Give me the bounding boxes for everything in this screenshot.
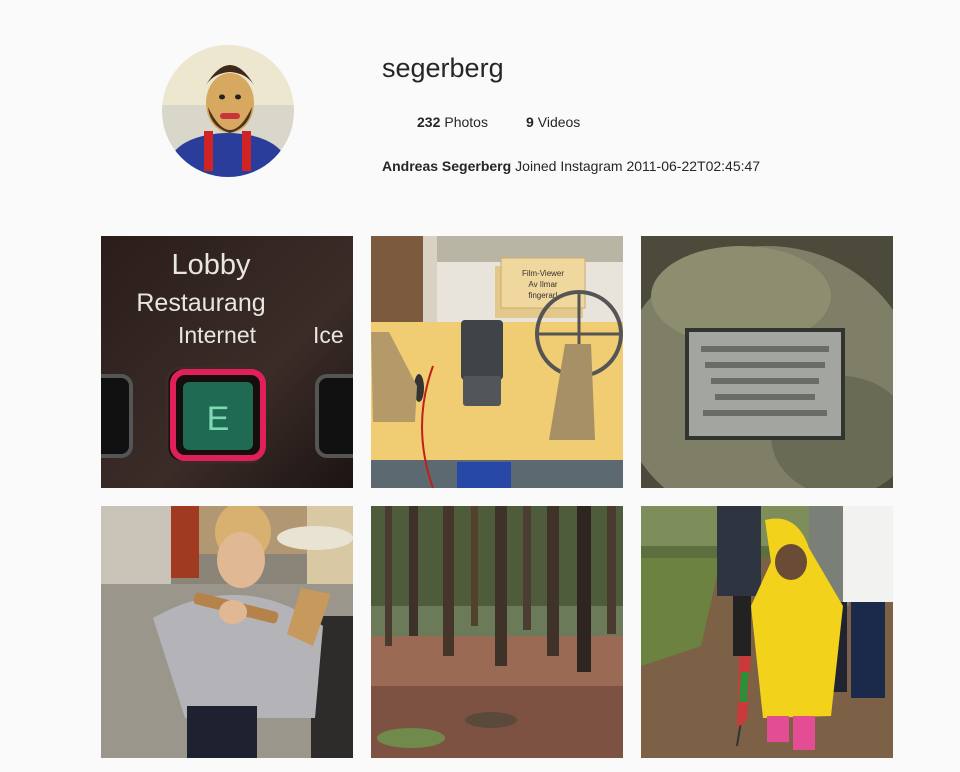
- sign-line-2: Restaurang: [136, 289, 265, 317]
- photo-tile-elevator[interactable]: Lobby Restaurang Internet Ice E: [101, 236, 353, 488]
- sign-line-partial: Ice: [313, 322, 344, 348]
- film-viewer-image: Film-Viewer Av Ilmar fingerar!: [371, 236, 623, 488]
- photo-tile-boy[interactable]: [101, 506, 353, 758]
- profile-username: segerberg: [382, 53, 504, 83]
- photo-grid: Lobby Restaurang Internet Ice E Film-Vie…: [101, 236, 893, 758]
- sign-line-3: Internet: [178, 322, 257, 348]
- profile-page: segerberg 232 Photos 9 Videos Andreas Sege…: [0, 0, 960, 772]
- button-letter: E: [207, 400, 230, 438]
- knitted-figure-icon: [162, 45, 294, 177]
- stone-plaque-image: [641, 236, 893, 488]
- joined-text: Joined Instagram 2011-06-22T02:45:47: [515, 158, 761, 174]
- photo-tile-film-viewer[interactable]: Film-Viewer Av Ilmar fingerar!: [371, 236, 623, 488]
- profile-avatar[interactable]: [162, 45, 294, 177]
- profile-full-name: Andreas Segerberg: [382, 158, 512, 174]
- photos-stat[interactable]: 232 Photos: [417, 114, 488, 130]
- photos-count: 232: [417, 114, 441, 130]
- profile-stats: 232 Photos 9 Videos: [417, 114, 580, 130]
- photo-tile-stone-plaque[interactable]: [641, 236, 893, 488]
- raincoat-child-image: [641, 506, 893, 758]
- photo-tile-raincoat[interactable]: [641, 506, 893, 758]
- photos-label: Photos: [444, 114, 488, 130]
- forest-image: [371, 506, 623, 758]
- sign-line-1: Lobby: [171, 249, 251, 281]
- photo-tile-forest[interactable]: [371, 506, 623, 758]
- boy-with-toy-image: [101, 506, 353, 758]
- videos-stat[interactable]: 9 Videos: [526, 114, 580, 130]
- videos-count: 9: [525, 114, 534, 130]
- elevator-panel-image: Lobby Restaurang Internet Ice E: [101, 236, 353, 488]
- videos-label: Videos: [537, 114, 581, 130]
- profile-bio: Andreas Segerberg Joined Instagram 2011-0…: [382, 158, 760, 174]
